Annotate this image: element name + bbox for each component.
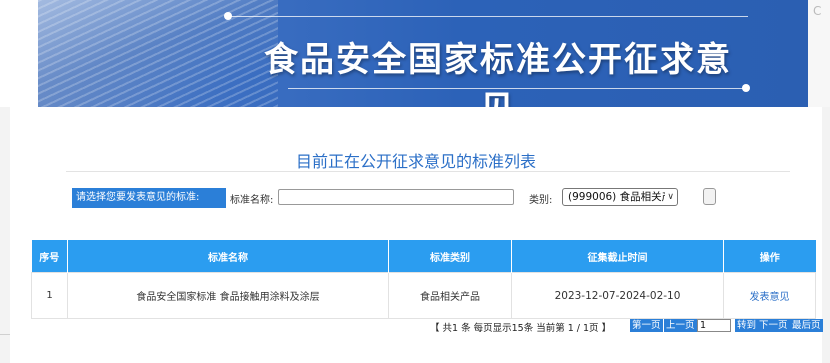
pagination: 【 共1 条 每页显示15条 当前第 1 / 1页 】 第一页 上一页 1 转到… [430, 319, 823, 334]
standard-name-label: 标准名称: [230, 195, 274, 206]
last-page-button[interactable]: 最后页 [790, 319, 823, 332]
page: 食品安全国家标准公开征求意见 C 目前正在公开征求意见的标准列表 请选择您要发表… [0, 0, 830, 363]
row-index: 1 [31, 272, 68, 319]
page-number-input[interactable]: 1 [697, 319, 731, 332]
left-margin [0, 0, 38, 107]
banner-line-top [228, 16, 748, 17]
category-select[interactable]: (999006) 食品相关产 ∨ [562, 188, 678, 206]
bottom-divider [0, 334, 10, 335]
standards-table: 序号 标准名称 标准类别 征集截止时间 操作 1 食品安全国家标准 食品接触用涂… [31, 240, 816, 319]
right-margin: C [808, 0, 830, 107]
banner-dot-top [224, 12, 232, 20]
go-button[interactable]: 转到 [735, 319, 759, 332]
category-select-value: (999006) 食品相关产 [568, 191, 673, 203]
banner: 食品安全国家标准公开征求意见 [38, 0, 808, 107]
row-category: 食品相关产品 [388, 272, 512, 319]
partial-icon: C [813, 4, 822, 18]
main-content: 目前正在公开征求意见的标准列表 请选择您要发表意见的标准: 标准名称: 类别: … [10, 107, 823, 363]
banner-dot-bottom [742, 84, 750, 92]
banner-title: 食品安全国家标准公开征求意见 [264, 40, 732, 107]
first-page-button[interactable]: 第一页 [630, 319, 663, 332]
standard-name-input[interactable] [278, 189, 514, 205]
table-header-row: 序号 标准名称 标准类别 征集截止时间 操作 [31, 240, 816, 273]
category-label: 类别: [529, 195, 553, 206]
row-standard-name: 食品安全国家标准 食品接触用涂料及涂层 [67, 272, 389, 319]
submit-opinion-link[interactable]: 发表意见 [750, 292, 790, 303]
next-page-button[interactable]: 下一页 [757, 319, 790, 332]
header-standard-name: 标准名称 [67, 240, 389, 273]
row-action-cell: 发表意见 [723, 272, 816, 319]
pagination-info: 【 共1 条 每页显示15条 当前第 1 / 1页 】 [430, 323, 612, 334]
header-standard-category: 标准类别 [388, 240, 512, 273]
header-action: 操作 [723, 240, 816, 273]
filter-prompt: 请选择您要发表意见的标准: [72, 188, 226, 208]
header-deadline: 征集截止时间 [511, 240, 724, 273]
header-index: 序号 [31, 240, 68, 273]
row-period: 2023-12-07-2024-02-10 [511, 272, 724, 319]
title-divider [66, 171, 790, 172]
table-row: 1 食品安全国家标准 食品接触用涂料及涂层 食品相关产品 2023-12-07-… [31, 272, 816, 319]
chevron-down-icon: ∨ [665, 189, 674, 205]
list-title: 目前正在公开征求意见的标准列表 [295, 152, 536, 171]
prev-page-button[interactable]: 上一页 [664, 319, 697, 332]
search-button[interactable] [703, 188, 716, 205]
banner-line-bottom [288, 88, 748, 89]
